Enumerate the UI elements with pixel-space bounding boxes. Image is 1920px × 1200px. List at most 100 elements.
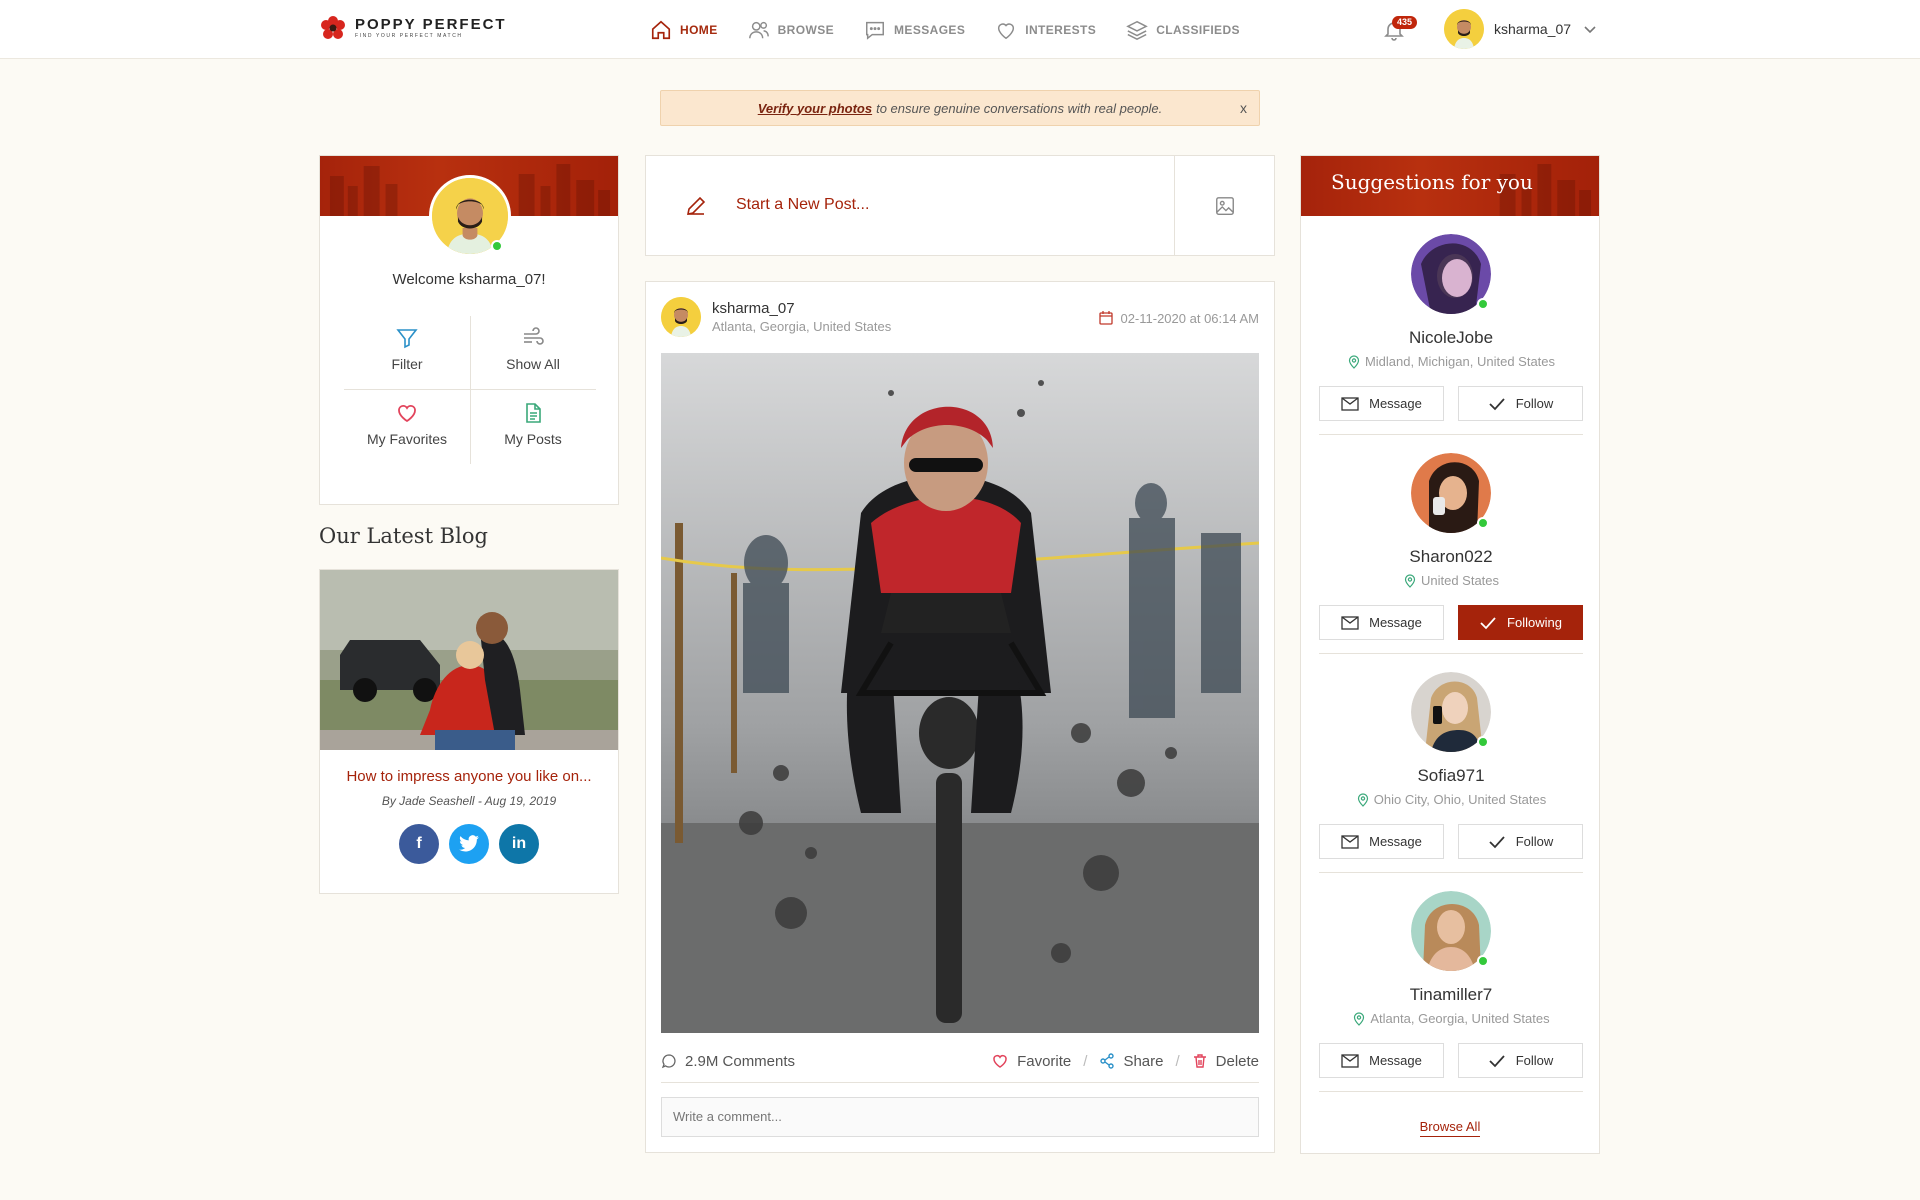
post-date-text: 02-11-2020 at 06:14 AM (1120, 310, 1259, 326)
suggestion-location-text: Midland, Michigan, United States (1364, 354, 1556, 369)
suggestion-location: Ohio City, Ohio, United States (1319, 792, 1583, 807)
document-icon (526, 403, 541, 423)
online-status-dot (1477, 736, 1489, 748)
envelope-icon (1341, 615, 1359, 630)
twitter-share-button[interactable] (449, 824, 489, 864)
username: ksharma_07 (1494, 21, 1572, 37)
post-author-name[interactable]: ksharma_07 (712, 300, 891, 317)
follow-button[interactable]: Follow (1458, 824, 1583, 859)
follow-label: Follow (1515, 834, 1554, 849)
pencil-icon (686, 196, 706, 216)
message-button[interactable]: Message (1319, 605, 1444, 640)
suggestion-name[interactable]: Sofia971 (1319, 766, 1583, 786)
follow-label: Follow (1515, 1053, 1554, 1068)
logo[interactable]: POPPY PERFECT FIND YOUR PERFECT MATCH (319, 14, 507, 42)
feed-post: ksharma_07 Atlanta, Georgia, United Stat… (645, 281, 1275, 1153)
map-pin-icon (1404, 573, 1416, 588)
follow-label: Following (1507, 615, 1562, 630)
show-all-button[interactable]: Show All (470, 326, 596, 372)
user-menu[interactable]: ksharma_07 (1444, 9, 1597, 49)
nav-interests[interactable]: INTERESTS (995, 19, 1096, 41)
suggestions-title: Suggestions for you (1331, 170, 1533, 194)
checkmark-icon (1480, 616, 1496, 629)
blog-card: How to impress anyone you like on... By … (319, 569, 619, 894)
share-icon (1100, 1053, 1115, 1069)
nav-browse[interactable]: BROWSE (748, 19, 834, 41)
follow-button[interactable]: Follow (1458, 1043, 1583, 1078)
share-button[interactable]: Share (1099, 1053, 1163, 1070)
facebook-icon: f (416, 835, 422, 852)
delete-button[interactable]: Delete (1192, 1053, 1259, 1070)
suggestion-item: Tinamiller7 Atlanta, Georgia, United Sta… (1319, 873, 1583, 1092)
online-status-dot (1477, 955, 1489, 967)
follow-label: Follow (1515, 396, 1554, 411)
map-pin-icon (1348, 354, 1360, 369)
quick-actions: Filter Show All My Favorites My Posts (344, 316, 596, 464)
profile-card: Welcome ksharma_07! Filter Show All My F… (319, 155, 619, 505)
post-actions: 2.9M Comments Favorite / Share / Delete (661, 1047, 1259, 1075)
layers-icon (1126, 20, 1148, 40)
post-date: 02-11-2020 at 06:14 AM (1098, 310, 1259, 326)
filter-button[interactable]: Filter (344, 326, 470, 372)
message-label: Message (1369, 396, 1422, 411)
delete-label: Delete (1215, 1052, 1259, 1070)
linkedin-share-button[interactable]: in (499, 824, 539, 864)
envelope-icon (1341, 834, 1359, 849)
facebook-share-button[interactable]: f (399, 824, 439, 864)
message-label: Message (1369, 615, 1422, 630)
notice-close-button[interactable]: x (1240, 100, 1247, 116)
heart-icon (398, 404, 416, 423)
comment-bubble-icon (661, 1054, 676, 1069)
comments-button[interactable]: 2.9M Comments (661, 1053, 795, 1070)
blog-image[interactable] (320, 570, 618, 750)
share-label: Share (1123, 1052, 1164, 1070)
suggestions-banner: Suggestions for you (1301, 156, 1599, 216)
suggestion-location-text: United States (1420, 573, 1500, 588)
twitter-icon (459, 835, 479, 852)
verify-photos-link[interactable]: Verify your photos (758, 101, 872, 116)
post-photo[interactable] (661, 353, 1259, 1033)
trash-icon (1193, 1054, 1206, 1068)
online-status-dot (491, 240, 503, 252)
blog-title-link[interactable]: How to impress anyone you like on... (320, 768, 618, 785)
browse-all-link[interactable]: Browse All (1419, 1119, 1481, 1137)
user-avatar (1444, 9, 1484, 49)
comments-count: 2.9M Comments (685, 1052, 796, 1070)
message-button[interactable]: Message (1319, 386, 1444, 421)
nav-messages[interactable]: MESSAGES (864, 19, 965, 41)
post-author-avatar[interactable] (661, 297, 701, 337)
suggestion-name[interactable]: Sharon022 (1319, 547, 1583, 567)
image-upload-icon[interactable] (1214, 195, 1236, 217)
follow-button[interactable]: Follow (1458, 386, 1583, 421)
nav-home[interactable]: HOME (650, 19, 718, 41)
brand-tagline: FIND YOUR PERFECT MATCH (355, 32, 463, 39)
suggestion-location: United States (1319, 573, 1583, 588)
calendar-icon (1099, 311, 1114, 325)
heart-icon (993, 1054, 1007, 1068)
suggestion-name[interactable]: Tinamiller7 (1319, 985, 1583, 1005)
my-posts-label: My Posts (504, 431, 562, 447)
nav-classifieds[interactable]: CLASSIFIEDS (1126, 19, 1240, 41)
following-button[interactable]: Following (1458, 605, 1583, 640)
my-favorites-button[interactable]: My Favorites (344, 401, 470, 447)
suggestion-name[interactable]: NicoleJobe (1319, 328, 1583, 348)
chevron-down-icon[interactable] (1583, 22, 1597, 36)
my-posts-button[interactable]: My Posts (470, 401, 596, 447)
nav-messages-label: MESSAGES (894, 22, 966, 37)
my-favorites-label: My Favorites (366, 431, 448, 447)
checkmark-icon (1489, 397, 1505, 410)
new-post-card[interactable]: Start a New Post... (645, 155, 1275, 256)
social-share: f in (320, 824, 618, 864)
home-icon (651, 20, 671, 39)
favorite-button[interactable]: Favorite (991, 1052, 1071, 1070)
message-button[interactable]: Message (1319, 1043, 1444, 1078)
comment-input[interactable]: Write a comment... (661, 1097, 1259, 1137)
chat-icon (866, 21, 884, 40)
notification-count-badge: 435 (1392, 16, 1418, 29)
wind-lines-icon (524, 327, 544, 345)
new-post-label[interactable]: Start a New Post... (736, 196, 869, 214)
suggestion-item: NicoleJobe Midland, Michigan, United Sta… (1319, 216, 1583, 435)
filter-label: Filter (391, 356, 423, 372)
post-author-location: Atlanta, Georgia, United States (712, 319, 892, 334)
message-button[interactable]: Message (1319, 824, 1444, 859)
